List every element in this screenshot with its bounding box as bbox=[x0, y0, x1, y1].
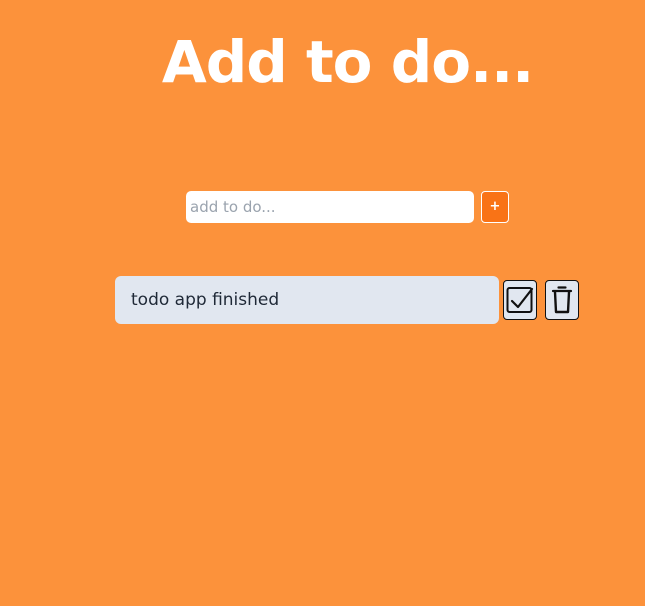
delete-todo-button[interactable] bbox=[545, 280, 579, 320]
add-todo-form: + bbox=[186, 191, 509, 223]
todo-text: todo app finished bbox=[115, 276, 499, 324]
trash-icon bbox=[551, 286, 573, 314]
add-todo-button[interactable]: + bbox=[481, 191, 509, 223]
todo-item: todo app finished bbox=[115, 276, 579, 324]
todo-list: todo app finished bbox=[115, 276, 579, 324]
complete-todo-button[interactable] bbox=[503, 280, 537, 320]
todo-input[interactable] bbox=[186, 191, 474, 223]
checkbox-check-icon bbox=[506, 286, 534, 314]
todo-label: todo app finished bbox=[131, 290, 280, 310]
page-title: Add to do... bbox=[161, 28, 534, 96]
